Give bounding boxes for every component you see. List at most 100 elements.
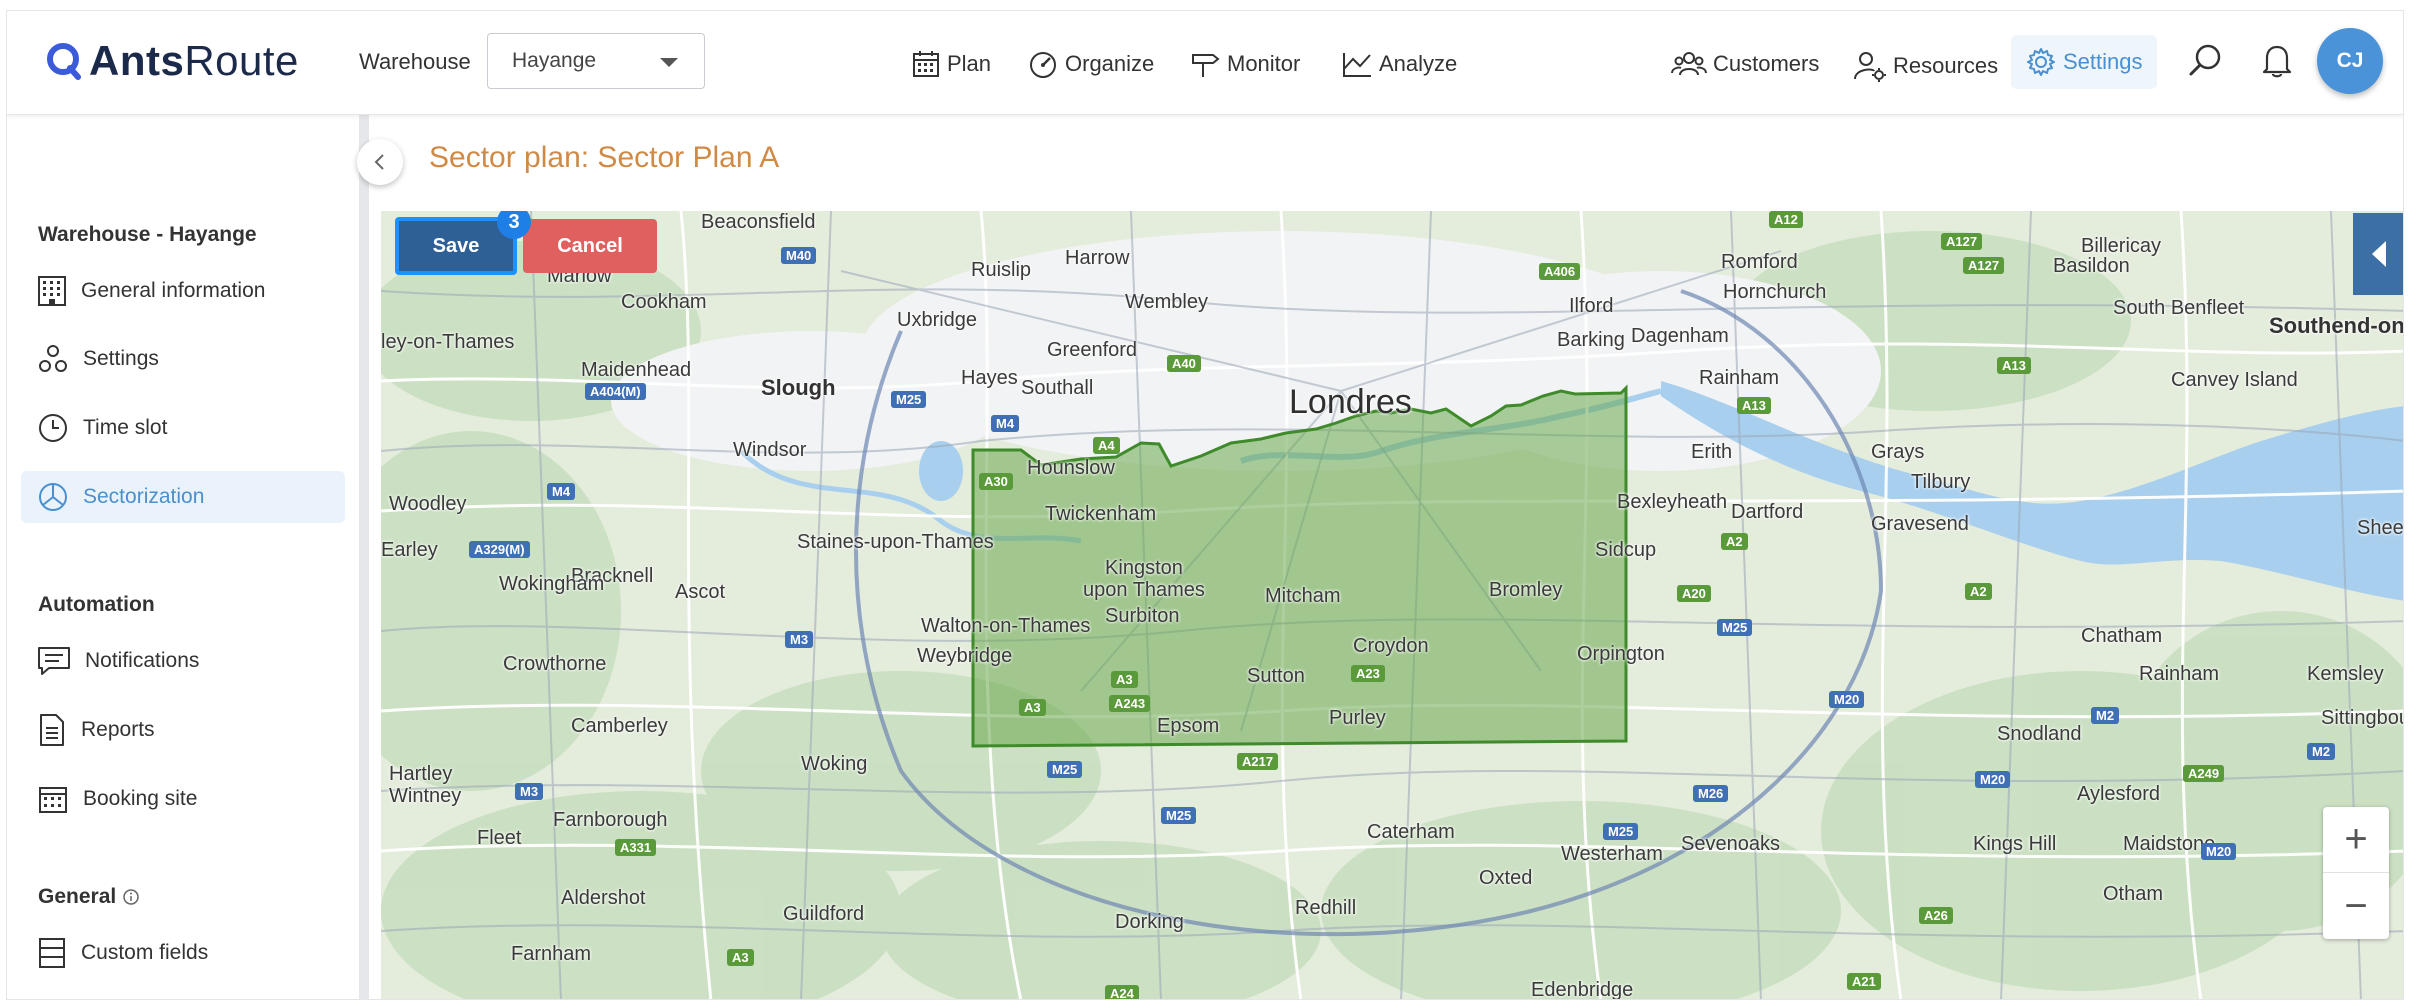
- signpost-icon: [1192, 54, 1220, 77]
- road-shield: A21: [1847, 973, 1881, 990]
- sidebar-item-booking-site[interactable]: Booking site: [21, 773, 345, 825]
- nav-organize[interactable]: Organize: [1027, 49, 1154, 79]
- road-shield: M20: [1829, 691, 1865, 708]
- map-label: Greenford: [1047, 339, 1138, 361]
- map-label: Dorking: [1115, 911, 1184, 933]
- map-label: Kings Hill: [1973, 833, 2057, 855]
- map-label: Southall: [1021, 377, 1094, 399]
- map-label: Staines-upon-Thames: [797, 531, 994, 553]
- map-label: Ascot: [675, 581, 726, 603]
- map-label: Barking: [1557, 329, 1625, 351]
- warehouse-select[interactable]: Hayange: [487, 33, 705, 89]
- sidebar-item-label: Booking site: [83, 787, 198, 810]
- map-label: Farnborough: [553, 809, 668, 831]
- open-panel-button[interactable]: [2353, 213, 2403, 295]
- map-label: Caterham: [1367, 821, 1455, 843]
- nav-plan[interactable]: Plan: [911, 49, 991, 79]
- sidebar-section-warehouse: Warehouse - Hayange: [38, 223, 257, 246]
- sidebar-item-label: Custom fields: [81, 941, 209, 964]
- nav-monitor[interactable]: Monitor: [1189, 49, 1300, 79]
- nav-settings[interactable]: Settings: [2011, 35, 2157, 89]
- map-label: Purley: [1329, 707, 1386, 729]
- map-label: Bromley: [1489, 579, 1563, 601]
- sidebar-scrollbar[interactable]: [359, 115, 369, 999]
- map-label: Epsom: [1157, 715, 1220, 737]
- nav-customers-label: Customers: [1713, 51, 1820, 76]
- sidebar-item-label: Reports: [81, 718, 155, 741]
- sidebar-item-general-information[interactable]: General information: [21, 265, 345, 317]
- sector-map[interactable]: Beaconsfield Harrow Ruislip Wembley Marl…: [381, 211, 2403, 1000]
- sidebar-section-general-label: General: [38, 885, 117, 908]
- sidebar-item-settings[interactable]: Settings: [21, 333, 345, 385]
- nav-settings-label: Settings: [2063, 49, 2143, 74]
- map-label: Camberley: [571, 715, 668, 737]
- map-label: Weybridge: [917, 645, 1013, 667]
- gear-icon: [2027, 48, 2055, 76]
- nav-resources[interactable]: Resources: [1853, 49, 1998, 83]
- road-shield: A24: [1105, 985, 1139, 999]
- nav-monitor-label: Monitor: [1227, 51, 1301, 76]
- map-label: Londres: [1289, 383, 1412, 421]
- map-label: Otham: [2103, 883, 2164, 905]
- zoom-out-button[interactable]: −: [2323, 873, 2389, 939]
- triangle-left-icon: [2372, 241, 2386, 267]
- road-shield: M2: [2307, 743, 2336, 760]
- zoom-in-button[interactable]: +: [2323, 807, 2389, 873]
- road-shield: A30: [979, 473, 1013, 490]
- map-label: Beaconsfield: [701, 211, 816, 233]
- map-label: Erith: [1691, 441, 1733, 463]
- map-label: Edenbridge: [1531, 979, 1634, 1000]
- notifications-button[interactable]: [2259, 41, 2301, 79]
- map-label: Cookham: [621, 291, 707, 313]
- sidebar-item-sectorization[interactable]: Sectorization: [21, 471, 345, 523]
- map-label: Rainham: [1699, 367, 1780, 389]
- page-title: Sector plan: Sector Plan A: [429, 141, 780, 174]
- road-shield: A40: [1167, 355, 1201, 372]
- road-shield: A3: [1019, 699, 1046, 716]
- map-label: Kingston upon Thames: [1083, 557, 1205, 601]
- map-label: Farnham: [511, 943, 592, 965]
- user-avatar[interactable]: CJ: [2317, 28, 2383, 94]
- pie-chart-icon: [39, 483, 67, 511]
- map-base: [381, 211, 2403, 999]
- chevron-left-icon: [374, 154, 384, 170]
- nav-analyze[interactable]: Analyze: [1341, 49, 1457, 79]
- sidebar-item-custom-fields[interactable]: Custom fields: [21, 927, 345, 979]
- sidebar-item-notifications[interactable]: Notifications: [21, 635, 345, 687]
- sidebar-item-time-slot[interactable]: Time slot: [21, 402, 345, 454]
- road-shield: M40: [781, 247, 817, 264]
- app-frame: AntsRoute Warehouse Hayange Plan Organiz…: [6, 10, 2404, 1000]
- collapse-sidebar-button[interactable]: [357, 139, 403, 185]
- logo-text: AntsRoute: [89, 37, 299, 84]
- sidebar-item-reports[interactable]: Reports: [21, 704, 345, 756]
- road-shield: A3: [727, 949, 754, 966]
- map-label: Twickenham: [1045, 503, 1157, 525]
- users-icon: [1671, 52, 1707, 76]
- gauge-icon: [1030, 52, 1056, 78]
- calendar-icon: [913, 51, 939, 77]
- map-label: Fleet: [477, 827, 522, 849]
- map-label: Canvey Island: [2171, 369, 2298, 391]
- map-label: ley-on-Thames: [381, 331, 515, 353]
- user-gear-icon: [1854, 52, 1886, 82]
- search-button[interactable]: [2187, 41, 2231, 79]
- map-label: Romford: [1721, 251, 1798, 273]
- map-label: Windsor: [733, 439, 807, 461]
- road-shield: M26: [1693, 785, 1729, 802]
- map-label: Hounslow: [1027, 457, 1115, 479]
- nav-customers[interactable]: Customers: [1671, 49, 1819, 79]
- antsroute-logo[interactable]: AntsRoute: [43, 37, 299, 85]
- map-label: Sidcup: [1595, 539, 1657, 561]
- road-shield: A406: [1539, 263, 1581, 280]
- road-shield: M20: [2201, 843, 2237, 860]
- info-icon[interactable]: [122, 888, 140, 906]
- map-label: Dartford: [1731, 501, 1804, 523]
- map-label: Basildon: [2053, 255, 2130, 277]
- top-header: AntsRoute Warehouse Hayange Plan Organiz…: [7, 11, 2403, 115]
- road-shield: A331: [615, 839, 657, 856]
- map-label: Sutton: [1247, 665, 1305, 687]
- road-shield: M20: [1975, 771, 2011, 788]
- road-shield: A13: [1997, 357, 2031, 374]
- map-label: Rainham: [2139, 663, 2220, 685]
- cancel-button[interactable]: Cancel: [523, 219, 657, 273]
